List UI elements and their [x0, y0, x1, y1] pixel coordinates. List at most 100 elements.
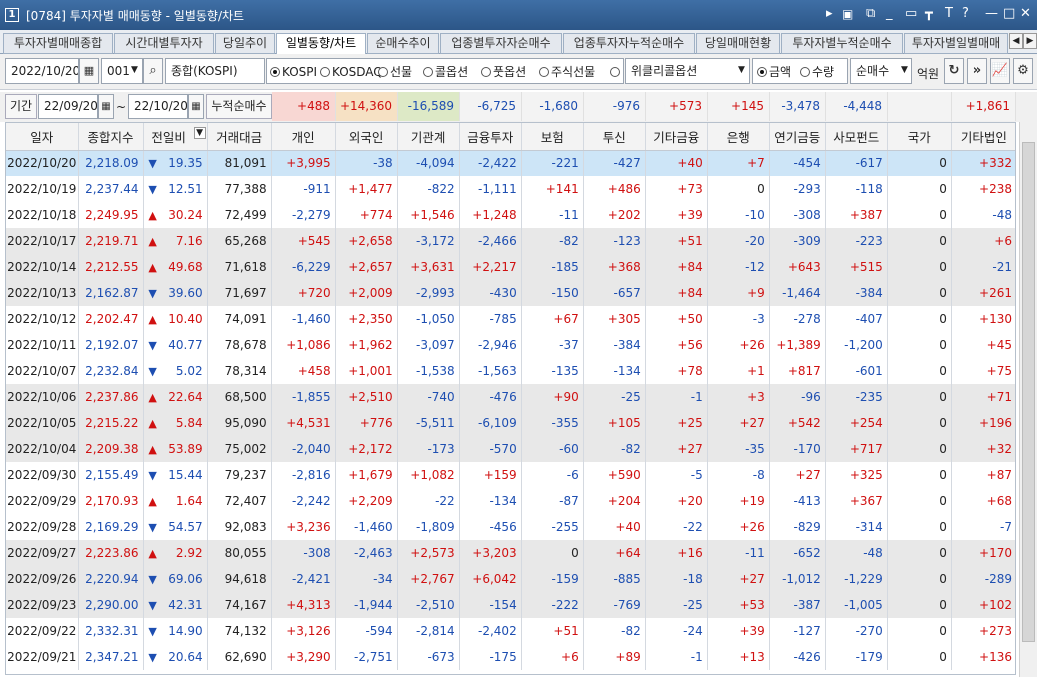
minimize-bar-icon[interactable]: _: [886, 7, 893, 21]
tab-next-icon[interactable]: ▶: [1023, 33, 1037, 49]
chart-icon[interactable]: 📈: [990, 58, 1010, 84]
table-row[interactable]: 2022/10/19 2,237.44 ▼ 12.51 77,388 -911 +1,477…: [6, 176, 1015, 202]
cell-institution: +2,573: [397, 540, 460, 566]
pin-icon[interactable]: ┳: [925, 7, 933, 21]
table-row[interactable]: 2022/10/14 2,212.55 ▲ 49.68 71,618 -6,229 +2,6…: [6, 254, 1015, 280]
column-header[interactable]: 국가: [887, 123, 952, 151]
cell-nation: 0: [887, 228, 952, 254]
cell-financial-investment: -430: [459, 280, 522, 306]
table-row[interactable]: 2022/10/07 2,232.84 ▼ 5.02 78,314 +458 +1,001-…: [6, 358, 1015, 384]
radio-call-option[interactable]: 콜옵션: [423, 65, 468, 79]
table-row[interactable]: 2022/10/06 2,237.86 ▲ 22.64 68,500 -1,855 +2,5…: [6, 384, 1015, 410]
table-row[interactable]: 2022/10/05 2,215.22 ▲ 5.84 95,090 +4,531 +776-…: [6, 410, 1015, 436]
tab-investor-daily[interactable]: 투자자별일별매매: [904, 33, 1008, 54]
column-header[interactable]: 일자: [6, 123, 79, 151]
table-row[interactable]: 2022/10/12 2,202.47 ▲ 10.40 74,091 -1,460 +2,3…: [6, 306, 1015, 332]
play-icon[interactable]: ▸: [826, 7, 833, 21]
table-row[interactable]: 2022/10/13 2,162.87 ▼ 39.60 71,697 +720 +2,009…: [6, 280, 1015, 306]
tab-sector-investor-netbuy[interactable]: 업종별투자자순매수: [440, 33, 562, 54]
tab-sector-cumulative-netbuy[interactable]: 업종투자자누적순매수: [563, 33, 695, 54]
sort-dropdown-icon[interactable]: ▼: [193, 126, 206, 139]
change-value: 19.35: [168, 156, 203, 171]
vertical-scrollbar[interactable]: [1019, 122, 1037, 677]
period-from-input[interactable]: 22/09/20: [38, 94, 98, 119]
screen-icon[interactable]: ▣: [842, 7, 853, 21]
column-header[interactable]: 금융투자: [459, 123, 522, 151]
column-header[interactable]: 개인: [271, 123, 336, 151]
tab-hourly-investor[interactable]: 시간대별투자자: [114, 33, 214, 54]
radio-stock-futures[interactable]: 주식선물: [539, 65, 595, 79]
radio-kospi[interactable]: KOSPI: [270, 65, 317, 79]
table-row[interactable]: 2022/10/20 2,218.09 ▼ 19.35 81,091 +3,995 -38-…: [6, 150, 1015, 176]
table-row[interactable]: 2022/09/27 2,223.86 ▲ 2.92 80,055 -308 -2,463 +…: [6, 540, 1015, 566]
link-window-icon[interactable]: ⧉: [866, 7, 875, 21]
weekly-dropdown-icon[interactable]: ▼: [738, 65, 745, 75]
column-header[interactable]: 외국인: [335, 123, 398, 151]
scrollbar-thumb[interactable]: [1022, 142, 1035, 642]
maximize-button[interactable]: □: [1003, 7, 1015, 21]
radio-amount[interactable]: 금액: [757, 65, 791, 79]
table-row[interactable]: 2022/09/28 2,169.29 ▼ 54.57 92,083 +3,236 -1,4…: [6, 514, 1015, 540]
help-icon[interactable]: ?: [962, 7, 969, 21]
table-row[interactable]: 2022/09/29 2,170.93 ▲ 1.64 72,407 -2,242 +2,20…: [6, 488, 1015, 514]
table-row[interactable]: 2022/09/26 2,220.94 ▼ 69.06 94,618 -2,421 -34 +…: [6, 566, 1015, 592]
tab-today-trading[interactable]: 당일매매현황: [696, 33, 780, 54]
column-header[interactable]: 거래대금: [207, 123, 272, 151]
next-page-icon[interactable]: »: [967, 58, 987, 84]
column-header[interactable]: 종합지수: [78, 123, 144, 151]
table-row[interactable]: 2022/09/30 2,155.49 ▼ 15.44 79,237 -2,816 +1,6…: [6, 462, 1015, 488]
radio-futures[interactable]: 선물: [378, 65, 412, 79]
tab-prev-icon[interactable]: ◀: [1009, 33, 1023, 49]
tab-daily-trend-chart[interactable]: 일별동향/차트: [276, 33, 366, 55]
weekly-option-select[interactable]: 위클리콜옵션: [625, 58, 750, 84]
radio-put-option[interactable]: 풋옵션: [481, 65, 526, 79]
column-header[interactable]: 은행: [707, 123, 770, 151]
column-header[interactable]: 기타법인: [951, 123, 1015, 151]
tab-intraday-trend[interactable]: 당일추이: [215, 33, 275, 54]
period-to-input[interactable]: 22/10/20: [128, 94, 188, 119]
settings-icon[interactable]: ⚙: [1013, 58, 1033, 84]
cell-bank: +26: [707, 332, 770, 358]
radio-weekly[interactable]: [610, 65, 622, 79]
date-input[interactable]: 2022/10/20: [5, 58, 79, 84]
column-header[interactable]: 전일비 ▼: [143, 123, 208, 151]
restore-icon[interactable]: ▭: [905, 7, 917, 21]
column-header[interactable]: 연기금등: [769, 123, 826, 151]
cell-insurance: -355: [521, 410, 584, 436]
sum-individual: +488: [272, 92, 336, 121]
from-calendar-icon[interactable]: ▦: [98, 94, 114, 119]
change-value: 54.57: [168, 520, 203, 534]
cell-bank: -11: [707, 540, 770, 566]
cell-change: ▼ 14.90: [143, 618, 208, 644]
tab-investor-summary[interactable]: 투자자별매매종합: [3, 33, 113, 54]
table-row[interactable]: 2022/09/22 2,332.31 ▼ 14.90 74,132 +3,126 -594…: [6, 618, 1015, 644]
column-header[interactable]: 기타금융: [645, 123, 708, 151]
table-row[interactable]: 2022/10/17 2,219.71 ▲ 7.16 65,268 +545 +2,658-…: [6, 228, 1015, 254]
cell-other-corp: -7: [951, 514, 1015, 540]
column-header[interactable]: 보험: [521, 123, 584, 151]
search-icon[interactable]: ⌕: [143, 58, 163, 84]
column-header[interactable]: 사모펀드: [825, 123, 888, 151]
table-row[interactable]: 2022/10/04 2,209.38 ▲ 53.89 75,002 -2,040 +2,1…: [6, 436, 1015, 462]
column-header[interactable]: 기관계: [397, 123, 460, 151]
refresh-icon[interactable]: ↻: [944, 58, 964, 84]
close-button[interactable]: ✕: [1020, 7, 1031, 21]
table-row[interactable]: 2022/10/18 2,249.95 ▲ 30.24 72,499 -2,279 +774…: [6, 202, 1015, 228]
cell-institution: -2,814: [397, 618, 460, 644]
minimize-button[interactable]: —: [985, 7, 998, 21]
change-value: 5.84: [175, 416, 203, 430]
tab-investor-cumulative[interactable]: 투자자별누적순매수: [781, 33, 903, 54]
code-dropdown-icon[interactable]: ▼: [131, 65, 138, 75]
radio-quantity[interactable]: 수량: [800, 65, 834, 79]
calendar-icon[interactable]: ▦: [79, 58, 99, 84]
cumulative-label: 누적순매수: [206, 94, 272, 119]
radio-kosdaq[interactable]: KOSDAQ: [320, 65, 383, 79]
table-row[interactable]: 2022/09/23 2,290.00 ▼ 42.31 74,167 +4,313 -1,9…: [6, 592, 1015, 618]
column-header[interactable]: 투신: [583, 123, 646, 151]
font-size-icon[interactable]: T: [945, 7, 953, 21]
type-dropdown-icon[interactable]: ▼: [901, 65, 908, 75]
to-calendar-icon[interactable]: ▦: [188, 94, 204, 119]
table-row[interactable]: 2022/09/21 2,347.21 ▼ 20.64 62,690 +3,290 -2,7…: [6, 644, 1015, 670]
tab-net-buy-trend[interactable]: 순매수추이: [367, 33, 439, 54]
table-row[interactable]: 2022/10/11 2,192.07 ▼ 40.77 78,678 +1,086 +1,9…: [6, 332, 1015, 358]
